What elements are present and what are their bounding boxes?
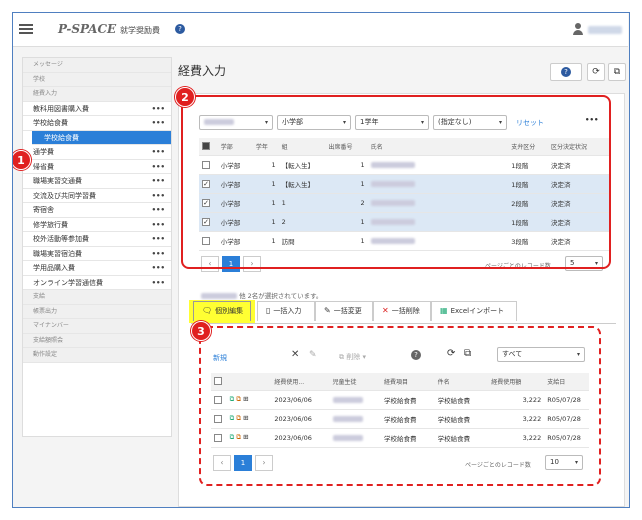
page-title: 経費入力 <box>178 64 227 78</box>
refresh-button[interactable]: ⟳ <box>587 63 605 81</box>
item-menu[interactable]: ••• <box>152 102 165 117</box>
sidebar-item[interactable]: オンライン学習通信費 ••• <box>23 276 171 291</box>
sidebar-item[interactable]: 学校給食費 <box>32 130 171 145</box>
sidebar-item[interactable]: 校外活動等参加費 ••• <box>23 232 171 247</box>
tab-excel-import[interactable]: ▦ Excelインポート <box>431 301 517 321</box>
sidebar-item-label: 職場実習交通費 <box>33 177 82 185</box>
help-button[interactable]: ? <box>550 63 582 81</box>
sidebar-item-label: 学校給食費 <box>44 133 79 142</box>
item-menu[interactable]: ••• <box>152 232 165 247</box>
sidebar-item-label: 学校給食費 <box>33 119 68 127</box>
sidebar-item[interactable]: メッセージ <box>23 58 171 73</box>
annotation-badge-1: 1 <box>13 150 31 170</box>
item-menu[interactable]: ••• <box>152 218 165 233</box>
sidebar-item-label: 学校 <box>33 75 46 83</box>
sidebar-item[interactable]: マイナンバー <box>23 319 171 334</box>
sidebar-item-label: 支給 <box>33 293 46 300</box>
excel-icon: ▦ <box>440 306 448 315</box>
user-icon[interactable] <box>573 23 583 35</box>
sidebar-item[interactable]: 支給 <box>23 290 171 305</box>
sidebar-item-label: メッセージ <box>33 61 63 68</box>
sidebar-item-label: マイナンバー <box>33 322 69 329</box>
edit-icon: 🗨 <box>202 306 213 315</box>
sidebar-item[interactable]: 帰省費 ••• <box>23 160 171 175</box>
sidebar-item-label: 学用品購入費 <box>33 264 75 272</box>
document-icon: ▯ <box>266 306 271 315</box>
popout-button[interactable]: ⧉ <box>608 63 626 81</box>
sidebar-item[interactable]: 支給額照会 <box>23 333 171 348</box>
sidebar-item[interactable]: 修学旅行費 ••• <box>23 218 171 233</box>
sidebar-item[interactable]: 学用品購入費 ••• <box>23 261 171 276</box>
item-menu[interactable]: ••• <box>152 276 165 291</box>
sidebar-item-label: 校外活動等参加費 <box>33 235 89 243</box>
sidebar-item[interactable]: 交流及び共同学習費 ••• <box>23 189 171 204</box>
tab-bar: 🗨 個別編集 ▯ 一括入力 ✎ 一括変更 ✕ 一括削除 ▦ Excelインポート <box>189 300 521 323</box>
item-menu[interactable]: ••• <box>152 189 165 204</box>
app-title: 就学奨励費 <box>120 26 160 35</box>
annotation-box-2 <box>181 95 611 269</box>
sidebar-item-label: 交流及び共同学習費 <box>33 191 96 200</box>
help-icon: ? <box>561 67 571 77</box>
sidebar-item-label: 教科用図書購入費 <box>33 104 89 113</box>
sidebar-item-label: 支給額照会 <box>33 336 64 344</box>
sidebar-item[interactable]: 職場実習宿泊費 ••• <box>23 247 171 262</box>
sidebar-item-label: 通学費 <box>33 148 54 156</box>
app-frame: P-SPACE 就学奨励費 ? メッセージ 学校 経費入力 教科用図書購入費 ••• 学校… <box>12 12 630 508</box>
tab-bulk-delete[interactable]: ✕ 一括削除 <box>373 301 431 321</box>
tab-bulk-input[interactable]: ▯ 一括入力 <box>257 301 315 321</box>
tab-individual-edit[interactable]: 🗨 個別編集 <box>193 301 251 321</box>
top-bar: P-SPACE 就学奨励費 ? <box>13 13 628 47</box>
sidebar-item[interactable]: 教科用図書購入費 ••• <box>23 102 171 117</box>
sidebar-item-label: 経費入力 <box>33 90 58 97</box>
sidebar-item[interactable]: 通学費 ••• <box>23 145 171 160</box>
sidebar-item[interactable]: 寄宿舎 ••• <box>23 203 171 218</box>
sidebar-item[interactable]: 経費入力 <box>23 87 171 102</box>
annotation-badge-3: 3 <box>191 321 211 341</box>
item-menu[interactable]: ••• <box>152 174 165 189</box>
tab-bulk-change[interactable]: ✎ 一括変更 <box>315 301 373 321</box>
sidebar-item[interactable]: 動作設定 <box>23 348 171 363</box>
sidebar-item[interactable]: 帳票出力 <box>23 304 171 319</box>
item-menu[interactable]: ••• <box>152 247 165 262</box>
sidebar-item[interactable]: 学校 <box>23 72 171 87</box>
sidebar-item-label: 帳票出力 <box>33 307 58 315</box>
delete-icon: ✕ <box>382 306 389 315</box>
help-icon[interactable]: ? <box>175 24 185 34</box>
sidebar-item-label: 職場実習宿泊費 <box>33 249 82 258</box>
sidebar-item-label: 寄宿舎 <box>33 206 54 214</box>
tab-divider <box>191 323 616 324</box>
user-name-redacted <box>588 26 622 34</box>
item-menu[interactable]: ••• <box>152 261 165 276</box>
item-menu[interactable]: ••• <box>152 145 165 160</box>
sidebar-item-label: 帰省費 <box>33 162 54 171</box>
pencil-icon: ✎ <box>324 306 331 315</box>
item-menu[interactable]: ••• <box>152 203 165 218</box>
sidebar: メッセージ学校経費入力教科用図書購入費 ••• 学校給食費 ••• 学校給食費通学費 ••… <box>22 57 172 437</box>
sidebar-item[interactable]: 職場実習交通費 ••• <box>23 174 171 189</box>
menu-icon[interactable] <box>19 22 33 36</box>
item-menu[interactable]: ••• <box>152 160 165 175</box>
logo: P-SPACE <box>58 22 117 36</box>
annotation-box-3 <box>199 326 601 486</box>
sidebar-item-label: 動作設定 <box>33 351 58 358</box>
sidebar-item-label: 修学旅行費 <box>33 220 68 229</box>
item-menu[interactable]: ••• <box>152 116 165 131</box>
sidebar-item-label: オンライン学習通信費 <box>33 278 103 287</box>
sidebar-item[interactable]: 学校給食費 ••• <box>23 116 171 131</box>
selection-status: 他 2名が選択されています。 <box>201 290 322 300</box>
annotation-badge-2: 2 <box>175 87 195 107</box>
